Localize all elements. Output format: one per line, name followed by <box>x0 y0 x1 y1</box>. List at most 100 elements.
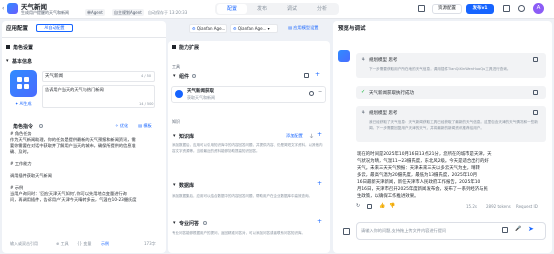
section-menu-icon <box>172 45 176 49</box>
add-db-button[interactable]: + <box>317 181 322 187</box>
kb-title: 知识库 <box>179 134 195 140</box>
step2-expand-icon[interactable] <box>533 90 538 95</box>
db-collapse-icon[interactable]: ▾ <box>173 182 176 188</box>
middle-section-title: 能力扩展 <box>179 45 200 51</box>
send-icon[interactable]: ➤ <box>528 225 534 233</box>
description-counter: 14 / 500 <box>139 102 154 106</box>
ai-config-label: AI自动配置 <box>44 25 65 30</box>
prompt-counter: 173字 <box>144 241 156 246</box>
right-section-title: 预览与调试 <box>338 26 366 32</box>
faq-collapse-icon[interactable]: ▾ <box>173 220 176 226</box>
app-logo <box>7 3 18 14</box>
name-value: 天气新闻 <box>45 74 63 79</box>
prompt-editor[interactable]: # 角色任务 作为天气新闻助理，你的任务是提供最新的天气预报和新闻资讯，需 要你… <box>10 131 160 235</box>
model-settings-label: 应用模型设置 <box>293 25 319 30</box>
variable-insert-button[interactable]: {} 变量 <box>77 241 91 247</box>
check-icon: ✓ <box>361 89 366 95</box>
avatar[interactable]: A <box>533 3 544 14</box>
kb-config-link[interactable]: 添加配置 <box>286 133 303 139</box>
add-faq-button[interactable]: + <box>317 219 322 225</box>
info-icon <box>203 221 207 225</box>
tab-debug[interactable]: 调试 <box>277 4 307 14</box>
prompt-hint: 输入或双击引用 <box>10 241 38 247</box>
model-selector-2[interactable]: ⚙ Qianfan Age... ▾ <box>230 24 278 33</box>
tool-icon: ⊕ <box>56 241 60 246</box>
clear-chat-icon[interactable] <box>343 228 350 235</box>
model-1-label: Qianfan Age... <box>196 26 226 31</box>
model-settings-link[interactable]: ▤ 应用模型设置 <box>288 25 318 31</box>
tab-analysis[interactable]: 分析 <box>307 4 337 14</box>
app-avatar-glyph <box>17 77 30 90</box>
info-icon <box>39 124 43 128</box>
tool-insert-button[interactable]: ⊕ 工具 <box>56 241 69 247</box>
kb-description: 添加数据后，应用可以引用知识库中的内容回答问题，并提供内容、仍是简短文字资料，以… <box>172 143 323 153</box>
answer-text: 现在的时间是2025年10月16日13点21分，您所在的城市是天津，天 气状况为… <box>357 151 547 200</box>
prompt-line: 问，再调用插件，告诉用户'天津今天晴转多云，气温在10-23摄氏度 <box>10 197 137 202</box>
step3-title[interactable]: 规划模型 思考 <box>369 110 397 116</box>
optimize-icon: ✧ <box>115 123 119 128</box>
tab-publish[interactable]: 发布 <box>247 4 277 14</box>
brain-icon: ⚘ <box>361 57 366 63</box>
ai-generate-avatar-link[interactable]: ✦ AI生成 <box>15 101 32 107</box>
step2-title[interactable]: 天气新闻获取执行成功 <box>369 90 414 96</box>
template-button[interactable]: ▤ 模板 <box>138 123 152 129</box>
resource-config-button[interactable]: 资源配置 <box>432 4 462 14</box>
plugin-remove-icon[interactable]: − <box>318 89 322 95</box>
info-icon <box>192 74 196 78</box>
divider <box>2 37 166 38</box>
answer-line: 气状况为晴，气温11~23摄氏度，东北风2级。今天是适合出行的好 <box>357 159 489 164</box>
step1-title[interactable]: 规划模型 思考 <box>369 57 397 63</box>
request-id[interactable]: Request ID <box>516 204 538 209</box>
copy-answer-icon[interactable] <box>367 204 372 209</box>
faq-title: 专业问答 <box>179 221 200 227</box>
description-value: 告诉用户当天的天气与热门新闻 <box>45 87 104 92</box>
tool-label: 工具 <box>60 241 69 246</box>
variable-icon: {} <box>77 241 83 246</box>
example-label: 示例 <box>101 241 109 246</box>
add-component-button[interactable]: + <box>315 72 320 78</box>
component-collapse-icon[interactable]: ▾ <box>173 73 176 79</box>
plugin-desc: 获取天气和新闻 <box>187 95 215 100</box>
filter-icon[interactable]: ⏚ <box>309 133 314 140</box>
answer-time: 15.2s <box>466 204 477 209</box>
settings-icon: ▤ <box>288 25 292 30</box>
step1-expand-icon[interactable] <box>533 57 538 62</box>
step3-expand-icon[interactable] <box>533 110 538 115</box>
section-menu-icon <box>6 45 10 49</box>
mic-icon[interactable]: 🎤 <box>515 226 521 232</box>
copy-icon[interactable] <box>418 5 425 12</box>
answer-line: 多云，最高气温为20摄氏度，最低为13摄氏度，2025年10月 <box>357 173 478 178</box>
sparkle-icon: ✦ <box>15 101 19 106</box>
settings-icon[interactable] <box>518 5 525 12</box>
thumbs-up-icon[interactable]: 👍 <box>379 203 385 209</box>
publish-button[interactable]: 发布v1 <box>466 4 494 14</box>
plugin-name: 天气新闻获取 <box>187 89 214 94</box>
brain-icon: ⚘ <box>361 110 366 116</box>
regenerate-icon[interactable]: ↻ <box>356 203 360 209</box>
ai-generate-label: AI生成 <box>19 101 32 106</box>
name-counter: 4 / 50 <box>141 74 152 78</box>
back-icon[interactable]: ‹ <box>2 5 4 12</box>
answer-line: 月16日，天津市召开2025年度新闻发布会，发布了一系列经济与民 <box>357 187 488 192</box>
thumbs-down-icon[interactable]: 👎 <box>389 203 395 209</box>
bot-avatar <box>338 50 350 62</box>
input-hint: 输入或双击引用 <box>10 241 38 246</box>
model-selector-1[interactable]: ⚙ Qianfan Age... <box>189 24 227 33</box>
example-button[interactable]: 示例 <box>101 241 109 247</box>
prompt-title: 角色指令 <box>13 124 34 130</box>
model-2-label: Qianfan Age... <box>237 26 267 31</box>
mode-chip: 单Agent <box>85 9 105 16</box>
add-kb-button[interactable]: + <box>317 132 322 138</box>
ai-config-button[interactable]: AI自动配置 <box>36 24 73 32</box>
plugin-settings-icon[interactable] <box>309 91 314 96</box>
agent-chip[interactable]: 自主规划Agent <box>112 9 144 16</box>
component-title: 组件 <box>179 74 190 80</box>
attach-icon[interactable] <box>502 227 508 233</box>
tab-config[interactable]: 配置 <box>217 4 247 14</box>
collapse-icon[interactable]: ▾ <box>6 58 9 64</box>
optimize-button[interactable]: ✧ 优化 <box>115 123 128 129</box>
save-status: 自动保存于 13:20:33 <box>148 10 188 15</box>
component-settings-icon[interactable] <box>304 73 309 78</box>
help-icon[interactable] <box>503 5 510 12</box>
kb-collapse-icon[interactable]: ▾ <box>173 133 176 139</box>
